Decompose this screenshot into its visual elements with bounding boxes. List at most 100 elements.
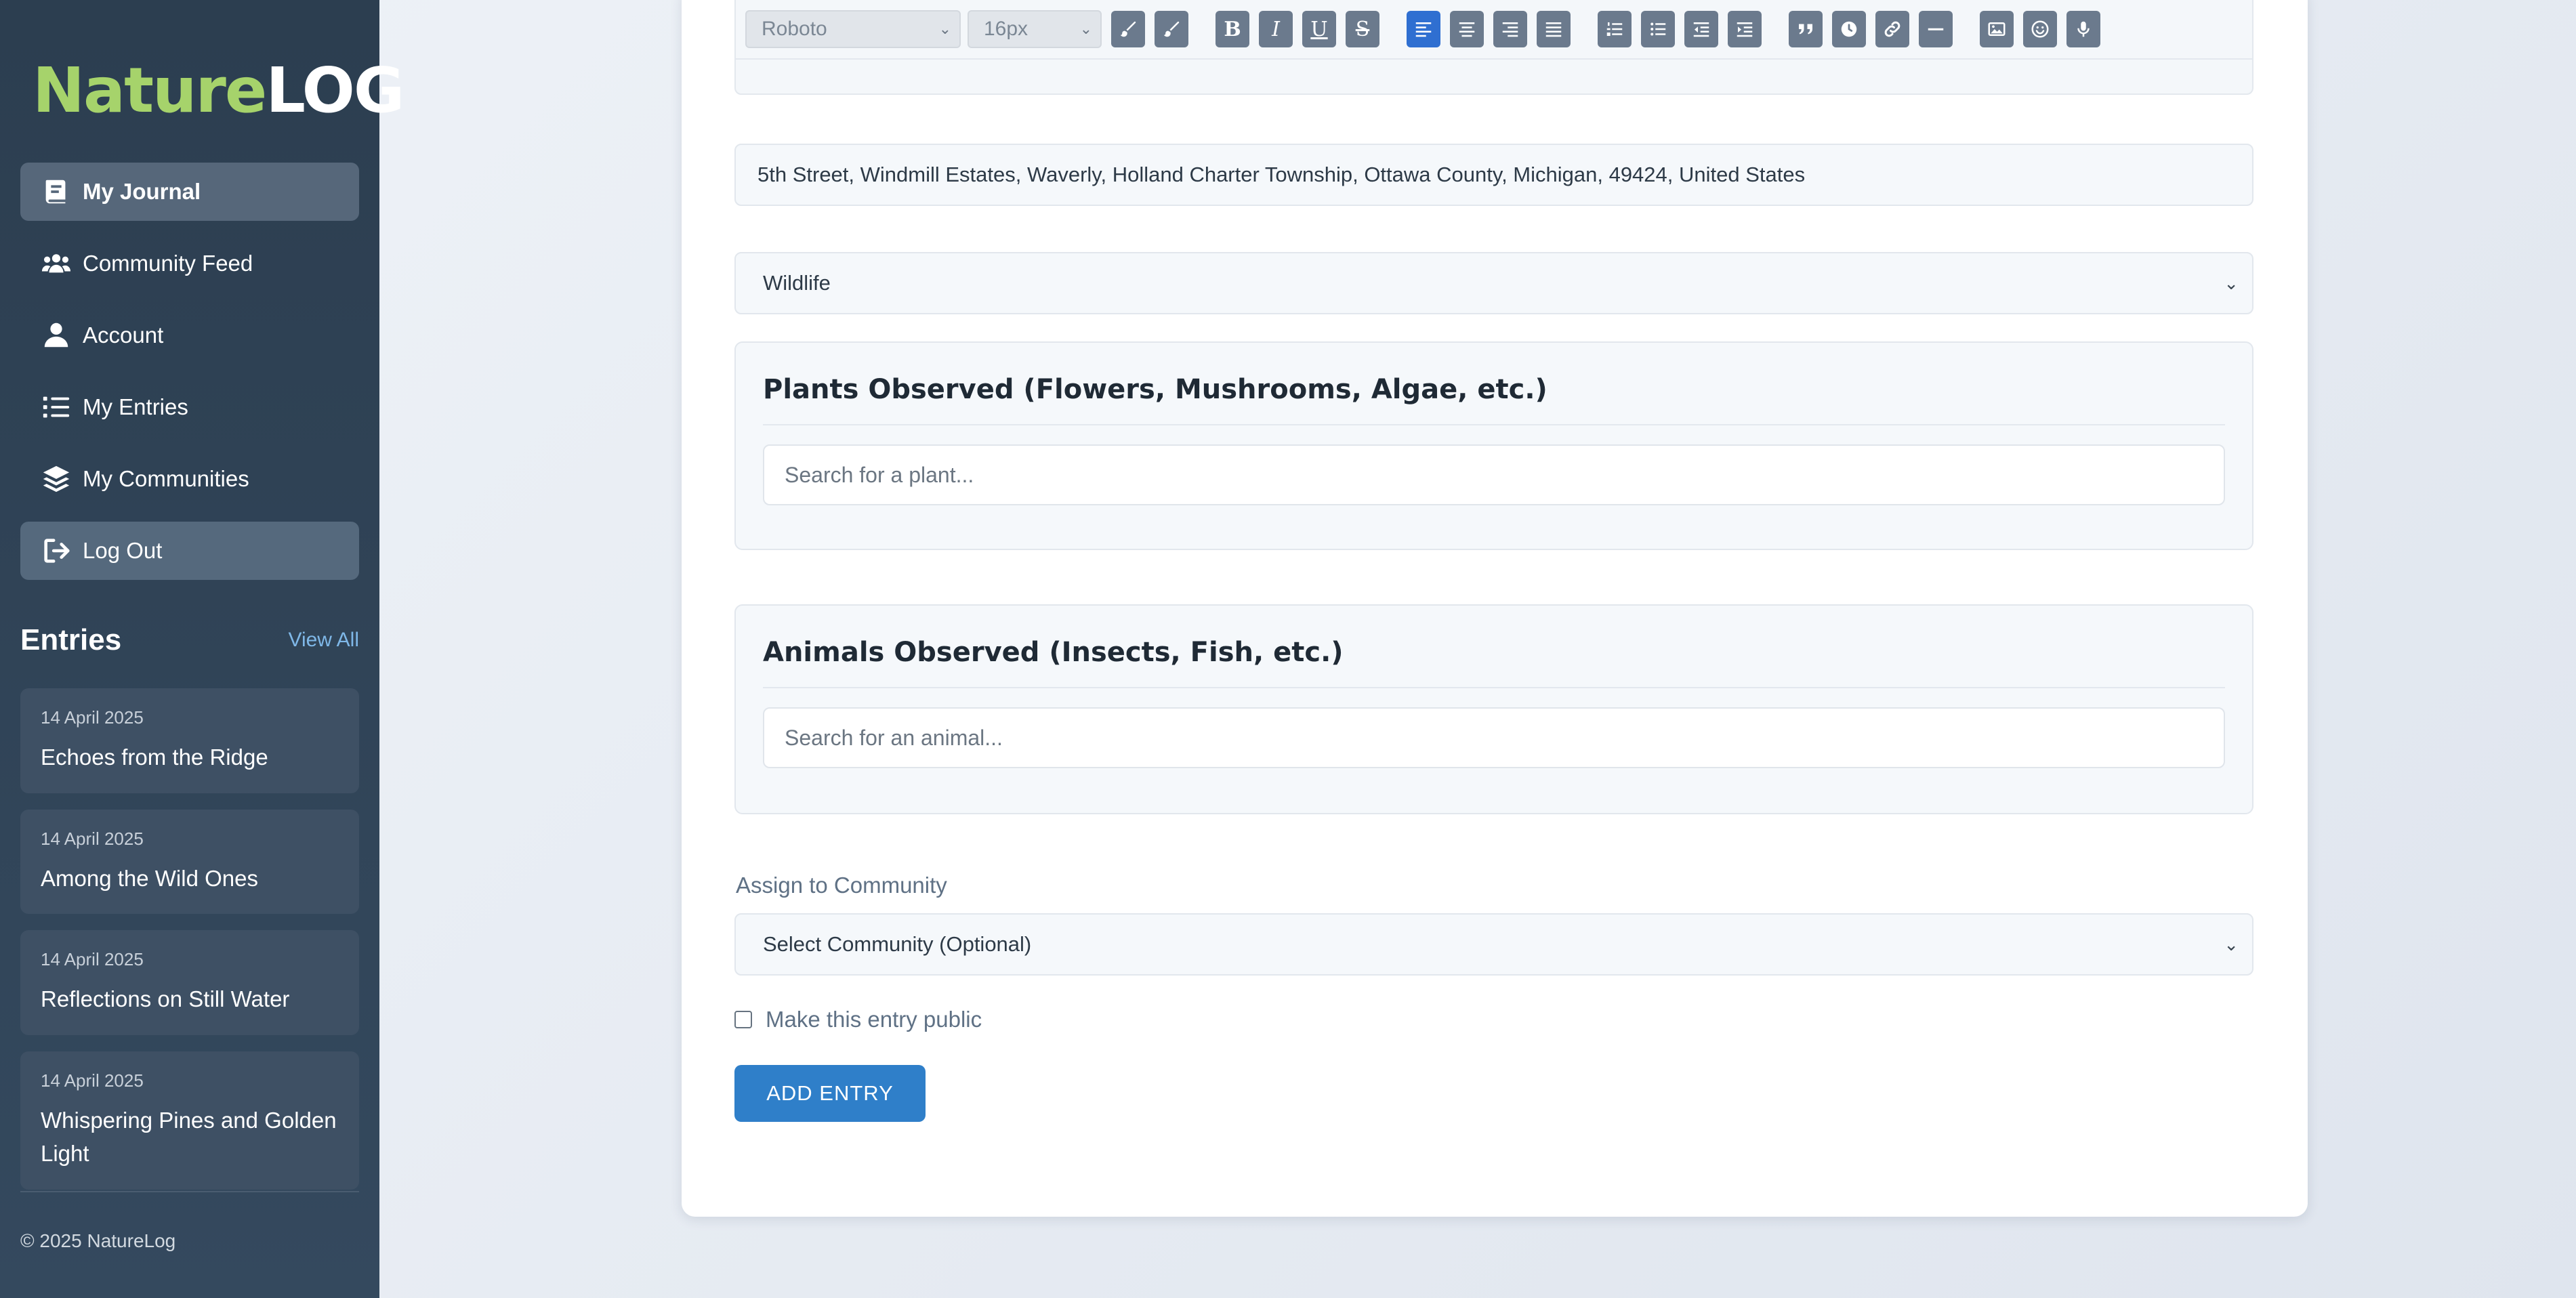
community-label: Assign to Community [736,873,947,898]
link-icon [1884,21,1900,37]
user-icon [44,322,68,348]
clock-icon [1841,21,1857,37]
insert-emoji-button[interactable] [2023,11,2057,47]
public-checkbox[interactable] [734,1011,752,1028]
quote-icon [1799,24,1812,35]
font-family-select[interactable]: Roboto ⌄ [745,10,961,48]
book-icon [45,180,66,204]
brush-icon [1163,21,1180,37]
location-value: 5th Street, Windmill Estates, Waverly, H… [757,163,1806,186]
insert-link-button[interactable] [1875,11,1909,47]
plant-search-input[interactable]: Search for a plant... [763,444,2225,505]
community-value: Select Community (Optional) [763,932,1032,956]
brand-logo[interactable]: NatureLOG [33,60,404,122]
sidebar: NatureLOG My Journal Community Feed Acco… [0,0,404,1298]
nav-item-my-communities[interactable]: My Communities [20,450,359,508]
public-toggle-row: Make this entry public [734,1007,982,1032]
list-icon [43,396,70,418]
entry-card[interactable]: 14 April 2025 Reflections on Still Water [20,930,359,1035]
align-center-icon [1459,22,1475,37]
chevron-down-icon: ⌄ [1079,20,1092,37]
bullet-list-button[interactable] [1641,11,1675,47]
align-justify-icon [1545,22,1562,37]
editor-toolbar: Roboto ⌄ 16px ⌄ B I U S [745,9,2110,49]
nav-item-log-out[interactable]: Log Out [20,522,359,580]
nav-label: Log Out [83,538,163,563]
bullet-list-icon [1650,22,1666,36]
nav-label: My Communities [83,466,249,491]
align-left-icon [1415,22,1432,37]
align-right-button[interactable] [1493,11,1527,47]
category-select[interactable]: Wildlife ⌄ [734,252,2253,314]
logout-icon [44,539,70,563]
font-size-select[interactable]: 16px ⌄ [968,10,1102,48]
horizontal-rule-button[interactable] [1919,11,1953,47]
chevron-down-icon: ⌄ [938,20,951,37]
chevron-down-icon: ⌄ [2224,934,2239,955]
italic-button[interactable]: I [1259,11,1293,47]
horizontal-rule-icon [1928,28,1944,30]
entry-date: 14 April 2025 [41,828,144,849]
nav-item-my-entries[interactable]: My Entries [20,378,359,436]
microphone-icon [2077,21,2090,37]
blockquote-button[interactable] [1789,11,1823,47]
sidebar-divider [20,1191,359,1192]
animal-search-placeholder: Search for an animal... [785,725,1003,750]
align-justify-button[interactable] [1537,11,1571,47]
chevron-down-icon: ⌄ [2224,272,2239,293]
nav-item-account[interactable]: Account [20,306,359,364]
align-center-button[interactable] [1450,11,1484,47]
strikethrough-button[interactable]: S [1346,11,1379,47]
highlight-color-button[interactable] [1155,11,1188,47]
font-size-value: 16px [984,18,1029,40]
main-nav: My Journal Community Feed Account My Ent… [20,163,359,593]
view-all-link[interactable]: View All [288,629,359,652]
image-icon [1988,22,2006,36]
plants-observed-title: Plants Observed (Flowers, Mushrooms, Alg… [763,343,2225,425]
entry-date: 14 April 2025 [41,707,144,728]
align-left-button[interactable] [1407,11,1440,47]
location-field[interactable]: 5th Street, Windmill Estates, Waverly, H… [734,144,2253,206]
entry-card[interactable]: 14 April 2025 Among the Wild Ones [20,809,359,914]
users-icon [41,254,71,273]
brush-icon [1120,21,1136,37]
font-family-value: Roboto [762,18,827,40]
entry-card[interactable]: 14 April 2025 Whispering Pines and Golde… [20,1051,359,1190]
community-select[interactable]: Select Community (Optional) ⌄ [734,913,2253,976]
entries-title: Entries [20,623,122,656]
plants-observed-panel: Plants Observed (Flowers, Mushrooms, Alg… [734,341,2253,550]
copyright: © 2025 NatureLog [20,1230,176,1251]
entry-title: Whispering Pines and Golden Light [41,1107,337,1167]
add-entry-button[interactable]: ADD ENTRY [734,1065,926,1122]
layers-icon [43,465,70,493]
animals-observed-title: Animals Observed (Insects, Fish, etc.) [763,606,2225,688]
indent-button[interactable] [1728,11,1762,47]
insert-image-button[interactable] [1980,11,2014,47]
editor-toolbar-divider [736,58,2252,60]
animal-search-input[interactable]: Search for an animal... [763,707,2225,768]
nav-label: Account [83,322,164,348]
plant-search-placeholder: Search for a plant... [785,462,974,487]
voice-input-button[interactable] [2066,11,2100,47]
indent-icon [1737,22,1753,37]
public-label[interactable]: Make this entry public [766,1007,982,1032]
ordered-list-button[interactable] [1598,11,1632,47]
brand-logo-part1: Nature [33,54,267,127]
entry-date: 14 April 2025 [41,1070,144,1091]
entry-card[interactable]: 14 April 2025 Echoes from the Ridge [20,688,359,793]
nav-label: My Journal [83,179,201,204]
bold-button[interactable]: B [1216,11,1249,47]
text-color-button[interactable] [1111,11,1145,47]
insert-time-button[interactable] [1832,11,1866,47]
entry-title: Reflections on Still Water [41,986,290,1011]
outdent-button[interactable] [1684,11,1718,47]
nav-item-my-journal[interactable]: My Journal [20,163,359,221]
entry-title: Echoes from the Ridge [41,745,268,770]
nav-label: Community Feed [83,251,253,276]
outdent-icon [1693,22,1709,37]
emoji-icon [2031,20,2049,38]
align-right-icon [1502,22,1518,37]
nav-item-community-feed[interactable]: Community Feed [20,234,359,293]
underline-button[interactable]: U [1302,11,1336,47]
entry-title: Among the Wild Ones [41,865,258,891]
